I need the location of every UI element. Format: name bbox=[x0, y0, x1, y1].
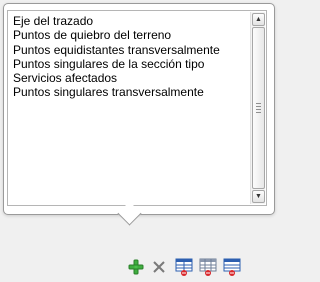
add-icon bbox=[128, 259, 144, 275]
add-button[interactable] bbox=[127, 258, 145, 276]
list-item[interactable]: Eje del trazado bbox=[13, 14, 246, 28]
table-grid-remove-button[interactable] bbox=[198, 257, 217, 276]
table-remove-icon bbox=[175, 258, 193, 276]
list-item[interactable]: Puntos singulares de la sección tipo bbox=[13, 57, 246, 71]
grip-icon bbox=[256, 103, 261, 113]
popup-panel: Eje del trazado Puntos de quiebro del te… bbox=[3, 3, 275, 215]
item-list: Eje del trazado Puntos de quiebro del te… bbox=[13, 14, 246, 100]
scroll-up-button[interactable]: ▲ bbox=[252, 13, 265, 26]
vertical-scrollbar[interactable]: ▲ ▼ bbox=[250, 12, 265, 204]
remove-button[interactable] bbox=[150, 258, 168, 276]
list-item[interactable]: Puntos singulares transversalmente bbox=[13, 85, 246, 99]
table-grid-remove-icon bbox=[199, 258, 217, 276]
scroll-down-button[interactable]: ▼ bbox=[252, 190, 265, 203]
arrow-down-icon: ▼ bbox=[255, 193, 262, 200]
table-list-remove-icon bbox=[223, 258, 241, 276]
table-list-remove-button[interactable] bbox=[222, 257, 241, 276]
list-item[interactable]: Puntos de quiebro del terreno bbox=[13, 28, 246, 42]
list-item[interactable]: Puntos equidistantes transversalmente bbox=[13, 43, 246, 57]
arrow-up-icon: ▲ bbox=[255, 16, 262, 23]
remove-icon bbox=[153, 261, 165, 273]
item-listbox[interactable]: Eje del trazado Puntos de quiebro del te… bbox=[7, 10, 267, 206]
table-remove-button[interactable] bbox=[174, 257, 193, 276]
list-item[interactable]: Servicios afectados bbox=[13, 71, 246, 85]
scrollbar-thumb[interactable] bbox=[252, 27, 265, 189]
